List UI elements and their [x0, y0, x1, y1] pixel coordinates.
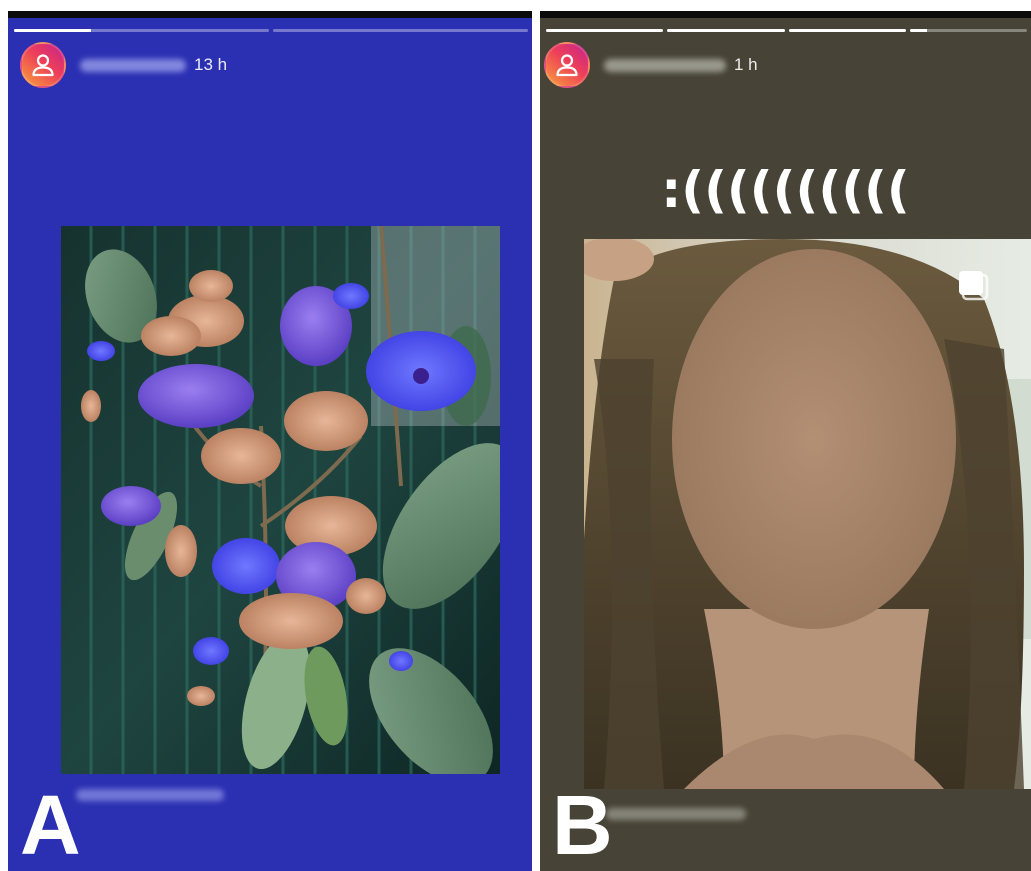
mention-redacted[interactable]	[606, 808, 746, 820]
story-panel-b: 1 h :((((((((((B	[540, 11, 1031, 871]
story-progress-bar	[14, 29, 528, 32]
panel-label: B	[552, 778, 613, 871]
progress-segment	[14, 29, 269, 32]
top-edge	[540, 11, 1031, 18]
selfie-image	[584, 239, 1031, 789]
person-outline-icon	[32, 54, 54, 77]
story-header: 13 h	[20, 41, 227, 89]
story-caption-text: :((((((((((	[661, 161, 910, 219]
profile-avatar[interactable]	[544, 42, 590, 88]
username-redacted[interactable]	[80, 58, 186, 72]
profile-avatar[interactable]	[20, 42, 66, 88]
progress-segment	[667, 29, 785, 32]
story-header: 1 h	[544, 41, 758, 89]
progress-segment	[273, 29, 528, 32]
username-redacted[interactable]	[604, 58, 726, 72]
post-time: 1 h	[734, 55, 758, 74]
person-outline-icon	[556, 54, 578, 77]
story-photo-selfie	[584, 239, 1031, 789]
progress-segment	[546, 29, 664, 32]
post-time: 13 h	[194, 55, 228, 74]
panel-label: A	[20, 778, 81, 871]
story-panel-a: 13 h A	[8, 11, 532, 871]
flowers-image	[61, 226, 500, 774]
story-photo-flowers	[61, 226, 500, 774]
progress-segment	[788, 29, 906, 32]
top-edge	[8, 11, 532, 18]
progress-segment	[909, 29, 1027, 32]
mention-redacted[interactable]	[76, 789, 224, 801]
carousel-icon	[959, 271, 989, 301]
story-progress-bar	[546, 29, 1027, 32]
